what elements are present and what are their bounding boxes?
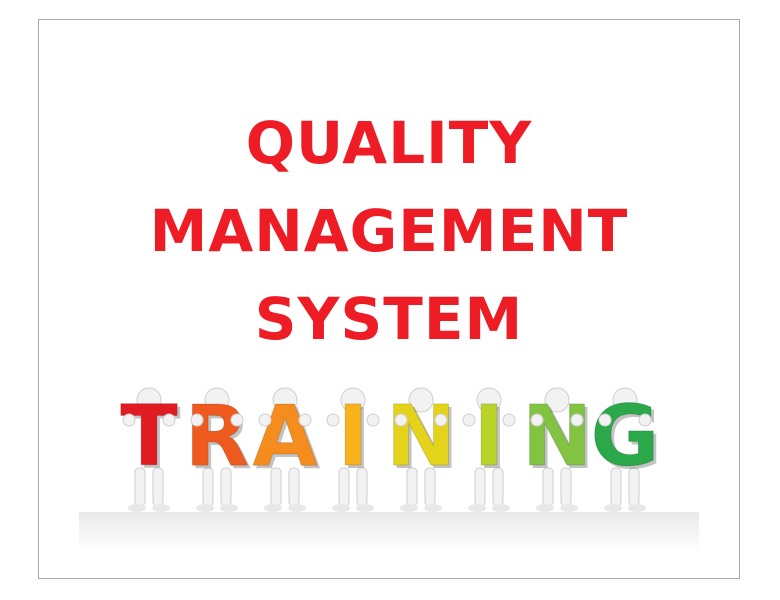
letter-r-2: R xyxy=(185,387,250,485)
letter-figure-4: II xyxy=(326,387,380,512)
letter-n-5: N xyxy=(386,387,456,485)
letter-figure-5: NN xyxy=(385,387,459,512)
slide-frame: QUALITY MANAGEMENT SYSTEM TTRRAAIINNIINN… xyxy=(38,19,740,579)
letter-t-1: T xyxy=(120,387,177,485)
letter-figure-2: RR xyxy=(184,387,252,512)
letter-figure-6: II xyxy=(462,387,516,512)
letter-figure-3: AA xyxy=(252,387,321,512)
letter-figure-7: NN xyxy=(521,387,595,512)
letter-g-8: G xyxy=(591,387,660,485)
letter-n-7: N xyxy=(522,387,592,485)
letter-figure-1: TT xyxy=(120,387,181,512)
letter-figure-8: GG xyxy=(590,387,662,512)
floor-reflection xyxy=(79,512,699,552)
letter-a-3: A xyxy=(252,387,317,485)
letter-i-6: I xyxy=(473,387,504,485)
training-figures-illustration: TT RR AA II NN II NN GG xyxy=(79,387,699,552)
letter-i-4: I xyxy=(337,387,368,485)
